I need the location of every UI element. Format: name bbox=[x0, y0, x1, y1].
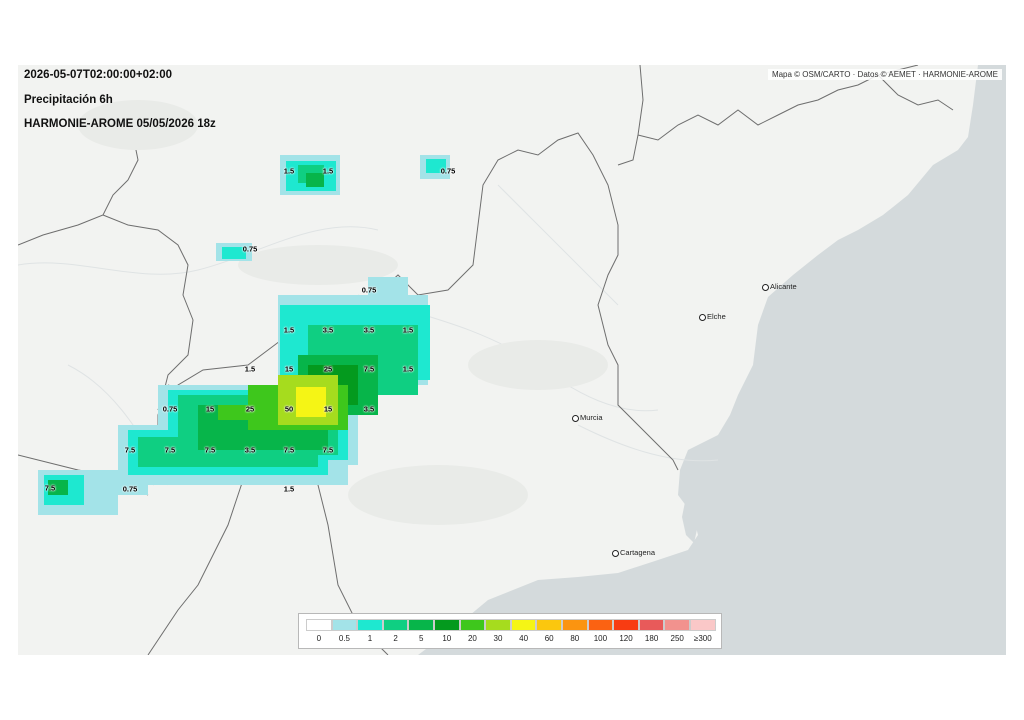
value-label: 7.5 bbox=[322, 445, 334, 455]
map-view[interactable]: 2026-05-07T02:00:00+02:00 Precipitación … bbox=[18, 65, 1006, 655]
value-label: 15 bbox=[284, 364, 294, 374]
precipitation-legend: 0 0.5 1 2 5 10 20 30 40 60 80 100 120 180 250 ≥300 bbox=[298, 613, 722, 649]
value-label: 1.5 bbox=[283, 166, 295, 176]
valid-time: 2026-05-07T02:00:00+02:00 bbox=[24, 69, 173, 81]
legend-swatch bbox=[382, 619, 409, 631]
value-label: 7.5 bbox=[124, 445, 136, 455]
city-marker[interactable]: Alicante bbox=[762, 282, 797, 291]
value-label: 15 bbox=[323, 404, 333, 414]
precip-cell bbox=[296, 387, 326, 417]
city-dot-icon bbox=[762, 283, 769, 291]
legend-swatch bbox=[536, 619, 562, 631]
legend-label: 120 bbox=[619, 634, 633, 643]
legend-label: 5 bbox=[418, 634, 424, 643]
legend-label: 20 bbox=[467, 634, 477, 643]
value-label: 7.5 bbox=[363, 364, 375, 374]
legend-swatches bbox=[306, 619, 716, 631]
legend-swatch bbox=[638, 619, 665, 631]
city-marker[interactable]: Murcia bbox=[572, 413, 603, 422]
legend-swatch bbox=[433, 619, 460, 631]
legend-label: 60 bbox=[544, 634, 554, 643]
value-label: 3.5 bbox=[363, 404, 375, 414]
legend-swatch bbox=[331, 619, 358, 631]
value-label: 3.5 bbox=[244, 445, 256, 455]
value-label: 0.75 bbox=[361, 285, 377, 295]
legend-swatch bbox=[306, 619, 332, 631]
value-label: 0.75 bbox=[162, 404, 178, 414]
legend-swatch bbox=[561, 619, 588, 631]
value-label: 3.5 bbox=[363, 325, 375, 335]
value-label: 0.75 bbox=[242, 244, 258, 254]
value-label: 25 bbox=[323, 364, 333, 374]
legend-label: 0 bbox=[316, 634, 322, 643]
legend-label: 250 bbox=[670, 634, 684, 643]
legend-swatch bbox=[459, 619, 486, 631]
legend-swatch bbox=[510, 619, 537, 631]
legend-swatch bbox=[357, 619, 383, 631]
legend-swatch bbox=[485, 619, 511, 631]
value-label: 0.75 bbox=[122, 484, 138, 494]
value-label: 0.75 bbox=[440, 166, 456, 176]
variable-title: Precipitación 6h bbox=[24, 94, 113, 106]
value-label: 7.5 bbox=[164, 445, 176, 455]
value-label: 1.5 bbox=[322, 166, 334, 176]
legend-label: 2 bbox=[393, 634, 398, 643]
legend-label: 80 bbox=[570, 634, 580, 643]
legend-label: 40 bbox=[519, 634, 529, 643]
city-dot-icon bbox=[699, 313, 706, 321]
legend-swatch bbox=[587, 619, 614, 631]
legend-swatch bbox=[613, 619, 639, 631]
value-label: 7.5 bbox=[204, 445, 216, 455]
model-run: HARMONIE-AROME 05/05/2026 18z bbox=[24, 118, 216, 130]
legend-label: ≥300 bbox=[693, 634, 712, 643]
city-marker[interactable]: Cartagena bbox=[612, 548, 655, 557]
value-label: 1.5 bbox=[283, 325, 295, 335]
city-marker[interactable]: Elche bbox=[699, 312, 726, 321]
legend-swatch bbox=[689, 619, 716, 631]
precip-cell bbox=[306, 173, 324, 187]
city-name: Alicante bbox=[770, 282, 797, 291]
legend-swatch bbox=[664, 619, 690, 631]
legend-swatch bbox=[408, 619, 434, 631]
value-label: 7.5 bbox=[283, 445, 295, 455]
value-label: 25 bbox=[245, 404, 255, 414]
map-attribution: Mapa © OSM/CARTO · Datos © AEMET · HARMO… bbox=[767, 69, 1002, 80]
value-label: 50 bbox=[284, 404, 294, 414]
legend-label: 180 bbox=[644, 634, 659, 643]
value-label: 15 bbox=[205, 404, 215, 414]
legend-label: 10 bbox=[442, 634, 452, 643]
city-dot-icon bbox=[612, 549, 619, 557]
basemap bbox=[18, 65, 1006, 655]
legend-label: 100 bbox=[593, 634, 608, 643]
city-name: Cartagena bbox=[620, 548, 656, 557]
legend-label: 1 bbox=[367, 634, 373, 643]
value-label: 1.5 bbox=[283, 484, 295, 494]
city-dot-icon bbox=[572, 414, 579, 422]
value-label: 1.5 bbox=[402, 364, 414, 374]
precipitation-layer bbox=[38, 155, 450, 515]
value-label: 1.5 bbox=[244, 364, 256, 374]
legend-label: 0.5 bbox=[338, 634, 350, 643]
value-label: 1.5 bbox=[402, 325, 414, 335]
city-name: Murcia bbox=[580, 413, 603, 422]
legend-label: 30 bbox=[493, 634, 503, 643]
city-name: Elche bbox=[707, 312, 726, 321]
legend-labels: 0 0.5 1 2 5 10 20 30 40 60 80 100 120 180 250 ≥300 bbox=[306, 634, 716, 644]
value-label: 3.5 bbox=[322, 325, 334, 335]
value-label: 7.5 bbox=[44, 483, 56, 493]
